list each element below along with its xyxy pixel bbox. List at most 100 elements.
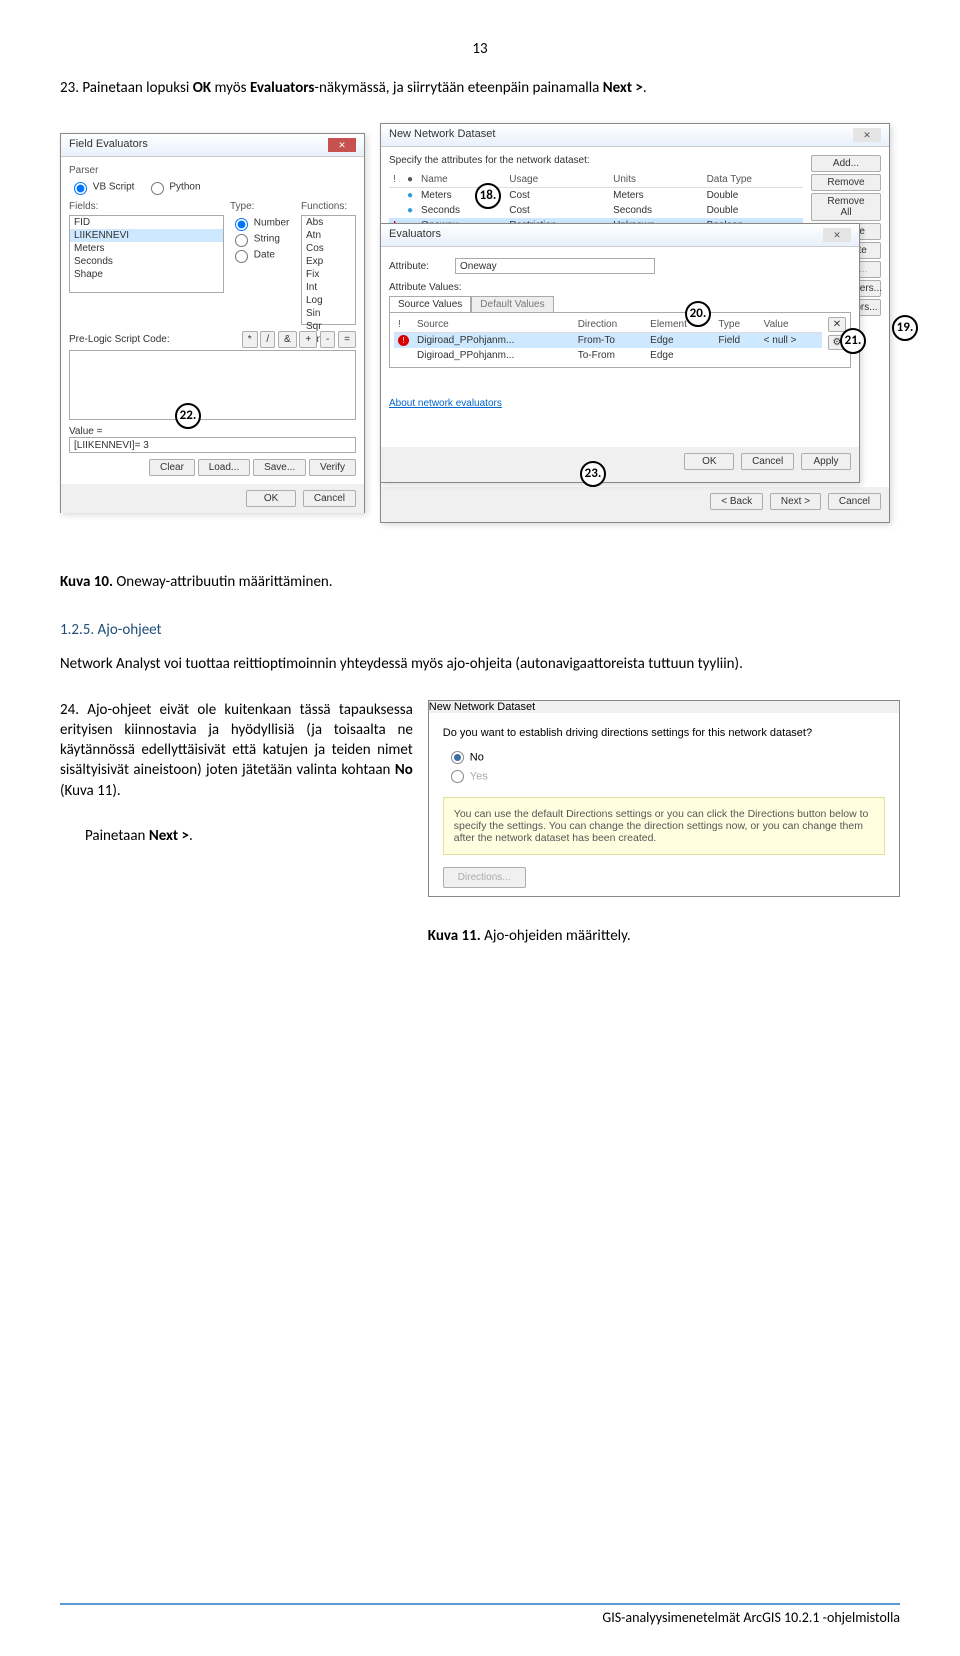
txt: 23. Painetaan lopuksi [60, 79, 193, 97]
option-no[interactable]: No [451, 751, 885, 764]
caption-label: Kuva 11. [428, 927, 484, 945]
col-units: Units [609, 172, 702, 188]
dialog-titlebar: Field Evaluators ✕ [61, 134, 364, 157]
close-icon[interactable]: ✕ [853, 128, 881, 142]
specify-label: Specify the attributes for the network d… [389, 155, 803, 166]
ok-button[interactable]: OK [246, 490, 296, 507]
type-number-radio[interactable] [235, 218, 248, 231]
remove-button[interactable]: Remove [811, 174, 881, 191]
add-button[interactable]: Add... [811, 155, 881, 172]
dialog-titlebar: New Network Dataset [429, 701, 899, 713]
vbscript-radio[interactable] [74, 182, 87, 195]
type-label: Type: [230, 201, 295, 212]
tab-default-values[interactable]: Default Values [471, 296, 553, 312]
delete-icon[interactable]: ✕ [828, 317, 846, 332]
caption-11: Kuva 11. Ajo-ohjeiden määrittely. [428, 927, 900, 945]
list-item[interactable]: Log [302, 294, 355, 307]
heading-ajo-ohjeet: 1.2.5. Ajo-ohjeet [60, 621, 900, 639]
ok-button[interactable]: OK [684, 453, 734, 470]
about-evaluators-link[interactable]: About network evaluators [389, 398, 502, 409]
caption-text: Ajo-ohjeiden määrittely. [484, 927, 631, 945]
txt: Painetaan [85, 827, 149, 845]
value-input[interactable]: [LIIKENNEVI]= 3 [69, 437, 356, 453]
field-evaluators-dialog: Field Evaluators ✕ Parser VB Script Pyth… [60, 133, 365, 513]
intro-ajo-ohjeet: Network Analyst voi tuottaa reittioptimo… [60, 654, 900, 674]
list-item[interactable]: Exp [302, 255, 355, 268]
verify-button[interactable]: Verify [309, 459, 356, 476]
screenshot-cluster: Field Evaluators ✕ Parser VB Script Pyth… [60, 123, 900, 553]
table-row[interactable]: Digiroad_PPohjanm...To-FromEdge [394, 348, 822, 363]
option-yes[interactable]: Yes [451, 770, 885, 783]
list-item[interactable]: Seconds [70, 255, 223, 268]
python-radio[interactable] [151, 182, 164, 195]
footer: GIS-analyysimenetelmät ArcGIS 10.2.1 -oh… [60, 1603, 900, 1626]
functions-label: Functions: [301, 201, 356, 212]
next-button[interactable]: Next > [770, 493, 821, 510]
bold-evaluators: Evaluators [250, 79, 314, 97]
type-date-radio[interactable] [235, 250, 248, 263]
op-button[interactable]: * [242, 331, 258, 348]
op-button[interactable]: & [278, 331, 297, 348]
load-button[interactable]: Load... [198, 459, 251, 476]
txt: . [189, 827, 193, 845]
list-item[interactable]: Int [302, 281, 355, 294]
txt: -näkymässä, ja siirrytään eteenpäin pain… [314, 79, 602, 97]
evaluators-table: ! Source Direction Element Type Value ! … [394, 317, 822, 363]
save-button[interactable]: Save... [253, 459, 306, 476]
col-direction: Direction [574, 317, 646, 333]
fields-listbox[interactable]: FID LIIKENNEVI Meters Seconds Shape [69, 215, 224, 293]
evaluators-dialog: Evaluators ✕ Attribute: Oneway Attribute… [380, 223, 860, 483]
table-row[interactable]: ! Digiroad_PPohjanm...From-ToEdgeField< … [394, 333, 822, 349]
list-item[interactable]: FID [70, 216, 223, 229]
back-button[interactable]: < Back [710, 493, 763, 510]
list-item[interactable]: Shape [70, 268, 223, 281]
op-button[interactable]: = [338, 331, 356, 348]
list-item[interactable]: Abs [302, 216, 355, 229]
attribute-label: Attribute: [389, 261, 449, 272]
tab-source-values[interactable]: Source Values [389, 296, 471, 312]
txt: . [643, 79, 647, 97]
list-item[interactable]: Fix [302, 268, 355, 281]
txt: 24. Ajo-ohjeet eivät ole kuitenkaan täss… [60, 701, 413, 780]
list-item[interactable]: Meters [70, 242, 223, 255]
clear-button[interactable]: Clear [149, 459, 195, 476]
cancel-button[interactable]: Cancel [828, 493, 881, 510]
list-item[interactable]: LIIKENNEVI [70, 229, 223, 242]
directions-button[interactable]: Directions... [443, 867, 526, 888]
functions-listbox[interactable]: Abs Atn Cos Exp Fix Int Log Sin Sqr Tan [301, 215, 356, 325]
col-type: Type [714, 317, 759, 333]
op-button[interactable]: / [260, 331, 275, 348]
bold-next: Next > [603, 79, 643, 97]
radio-icon[interactable] [451, 770, 464, 783]
close-icon[interactable]: ✕ [823, 228, 851, 242]
driving-directions-dialog: New Network Dataset Do you want to estab… [428, 700, 900, 897]
txt: (Kuva 11). [60, 782, 121, 800]
cancel-button[interactable]: Cancel [741, 453, 794, 470]
close-icon[interactable]: ✕ [328, 138, 356, 152]
page-number: 13 [60, 40, 900, 58]
cancel-button[interactable]: Cancel [303, 490, 356, 507]
apply-button[interactable]: Apply [801, 453, 851, 470]
type-string-radio[interactable] [235, 234, 248, 247]
list-item[interactable]: Sin [302, 307, 355, 320]
no-label: No [470, 751, 484, 763]
remove-all-button[interactable]: Remove All [811, 193, 881, 221]
radio-icon-selected[interactable] [451, 751, 464, 764]
op-button[interactable]: - [320, 331, 335, 348]
step-24: 24. Ajo-ohjeet eivät ole kuitenkaan täss… [60, 700, 413, 801]
dialog-title: Field Evaluators [69, 138, 148, 152]
fields-label: Fields: [69, 201, 224, 212]
type-number-label: Number [254, 218, 290, 229]
attribute-combo[interactable]: Oneway [455, 258, 655, 274]
list-item[interactable]: Atn [302, 229, 355, 242]
hint-text: You can use the default Directions setti… [443, 797, 885, 855]
table-row[interactable]: ● SecondsCostSecondsDouble [389, 203, 803, 218]
vbscript-label: VB Script [93, 182, 135, 193]
list-item[interactable]: Cos [302, 242, 355, 255]
table-row[interactable]: ● MetersCostMetersDouble [389, 188, 803, 204]
caption-text: Oneway-attribuutin määrittäminen. [116, 573, 332, 591]
txt: myös [211, 79, 250, 97]
prelogic-textarea[interactable] [69, 350, 356, 420]
dialog-title: New Network Dataset [389, 128, 495, 142]
op-button[interactable]: + [299, 331, 317, 348]
